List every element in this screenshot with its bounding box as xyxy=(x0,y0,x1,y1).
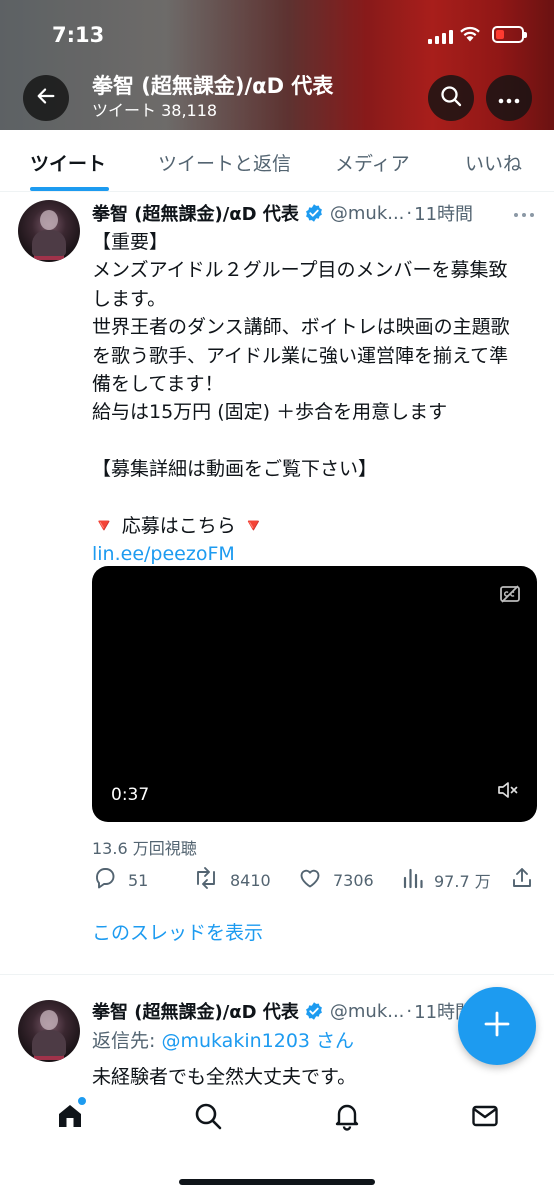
tweet-text-line: メンズアイドル２グループ目のメンバーを募集致 xyxy=(92,259,508,282)
more-button[interactable] xyxy=(486,75,532,121)
wifi-icon xyxy=(458,24,482,46)
reply-count: 51 xyxy=(128,870,149,890)
tweet-text-line xyxy=(92,427,538,455)
messages-envelope-icon xyxy=(470,1105,500,1135)
retweet-count: 8410 xyxy=(230,870,271,890)
tweet-author-name[interactable]: 拳智 (超無課金)/αD 代表 xyxy=(92,998,299,1024)
tweet-text-line: 【募集詳細は動画をご覧下さい】 xyxy=(92,458,378,481)
mute-icon[interactable] xyxy=(497,780,519,804)
bottom-navigation xyxy=(0,1087,554,1200)
compose-tweet-button[interactable] xyxy=(458,987,536,1065)
search-icon xyxy=(439,84,463,112)
video-player[interactable]: 0:37 xyxy=(92,566,537,822)
reply-icon xyxy=(92,866,118,894)
status-bar: 7:13 xyxy=(0,20,554,52)
tweet-text-line: を歌う歌手、アイドル業に強い運営陣を揃えて準 xyxy=(92,344,509,367)
tweet-link[interactable]: lin.ee/peezoFM xyxy=(92,540,538,568)
tweet-actions: 51 8410 7306 97.7 万 xyxy=(92,866,538,894)
profile-name: 拳智 (超無課金)/αD 代表 xyxy=(92,74,334,98)
reply-context: 返信先: @mukakin1203 さん xyxy=(92,1026,354,1053)
video-duration: 0:37 xyxy=(105,781,156,809)
tab-tweets[interactable]: ツイート xyxy=(30,149,106,176)
tweet-text-line: 【重要】 xyxy=(92,231,169,253)
tab-tweets-and-replies[interactable]: ツイートと返信 xyxy=(158,149,291,176)
like-icon xyxy=(297,866,323,894)
show-thread-link[interactable]: このスレッドを表示 xyxy=(92,918,263,945)
view-count: 13.6 万回視聴 xyxy=(92,839,197,858)
tweet-author-name[interactable]: 拳智 (超無課金)/αD 代表 xyxy=(92,200,299,226)
reply-mention-link[interactable]: @mukakin1203 xyxy=(161,1030,310,1052)
compose-plus-icon xyxy=(482,1009,512,1043)
nav-messages[interactable] xyxy=(470,1101,500,1135)
nav-home[interactable] xyxy=(55,1096,87,1135)
back-arrow-icon xyxy=(35,85,57,111)
home-icon xyxy=(55,1105,85,1135)
notifications-bell-icon xyxy=(332,1104,362,1135)
reply-prefix: 返信先: xyxy=(92,1030,162,1052)
more-icon xyxy=(498,89,520,108)
tab-active-indicator xyxy=(30,187,109,191)
tweet-separator: · xyxy=(406,202,413,224)
tweet-text: 未経験者でも全然大丈夫です。 xyxy=(92,1066,357,1088)
avatar[interactable] xyxy=(18,1000,80,1062)
share-button[interactable] xyxy=(510,866,534,894)
tweet-text: 【重要】 メンズアイドル２グループ目のメンバーを募集致 します。 世界王者のダン… xyxy=(92,228,538,569)
back-button[interactable] xyxy=(23,75,69,121)
tweet-text-line: 🔻 応募はこちら 🔻 xyxy=(92,514,266,537)
analytics-button[interactable]: 97.7 万 xyxy=(402,866,491,894)
explore-search-icon xyxy=(193,1103,223,1135)
tweet-text-line: 世界王者のダンス講師、ボイトレは映画の主題歌 xyxy=(92,316,510,339)
retweet-icon xyxy=(192,866,220,894)
profile-header: 7:13 拳智 (超無課金)/αD 代表 ツイート 38,118 xyxy=(0,0,554,130)
analytics-icon xyxy=(402,866,424,894)
tweet-separator: · xyxy=(406,1000,413,1022)
notification-dot xyxy=(77,1096,87,1106)
tab-likes[interactable]: いいね xyxy=(465,149,522,176)
analytics-count: 97.7 万 xyxy=(434,872,491,891)
tweet-text-line: します。 xyxy=(92,287,167,310)
search-button[interactable] xyxy=(428,75,474,121)
reply-suffix: さん xyxy=(310,1030,355,1052)
nav-explore[interactable] xyxy=(193,1101,223,1135)
like-count: 7306 xyxy=(333,870,374,890)
tweet-more-button[interactable] xyxy=(513,203,535,222)
tweet-time[interactable]: 11時間 xyxy=(414,200,473,226)
home-indicator xyxy=(179,1179,375,1185)
avatar[interactable] xyxy=(18,200,80,262)
profile-tabs: ツイート ツイートと返信 メディア いいね xyxy=(0,130,554,192)
nav-notifications[interactable] xyxy=(332,1101,362,1135)
tweet-text-line: 給与は15万円 (固定) ＋歩合を用意します xyxy=(92,401,448,424)
tweet-text-line: 備をしてます！ xyxy=(92,372,224,395)
divider xyxy=(0,974,554,975)
tweet-header: 拳智 (超無課金)/αD 代表 @muk... · 11時間 xyxy=(92,200,473,226)
tweet-handle: @muk... xyxy=(329,202,405,224)
tweet-count: ツイート 38,118 xyxy=(92,101,218,120)
retweet-button[interactable]: 8410 xyxy=(192,866,271,894)
verified-icon xyxy=(304,1001,324,1021)
share-icon xyxy=(510,866,534,894)
captions-icon[interactable] xyxy=(499,584,521,608)
tweet-handle: @muk... xyxy=(329,1000,405,1022)
battery-icon xyxy=(492,26,527,43)
tweet-text-line xyxy=(92,484,538,512)
status-time: 7:13 xyxy=(52,23,105,47)
signal-icon xyxy=(428,28,453,44)
reply-button[interactable]: 51 xyxy=(92,866,148,894)
tab-media[interactable]: メディア xyxy=(335,149,410,176)
like-button[interactable]: 7306 xyxy=(297,866,374,894)
verified-icon xyxy=(304,203,324,223)
tweet-header: 拳智 (超無課金)/αD 代表 @muk... · 11時間 xyxy=(92,998,473,1024)
